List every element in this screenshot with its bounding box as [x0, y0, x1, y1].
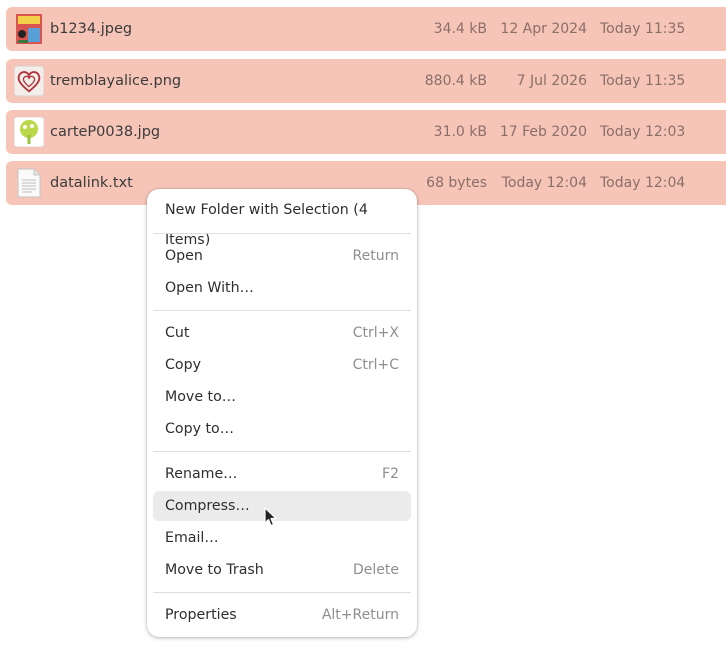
- menu-item-open-with[interactable]: Open With…: [153, 273, 411, 303]
- menu-item-compress[interactable]: Compress…: [153, 491, 411, 521]
- menu-item-label: Rename…: [165, 466, 238, 482]
- png-heart-thumbnail-icon: [14, 65, 44, 97]
- menu-item-label: Email…: [165, 530, 219, 546]
- file-name: carteP0038.jpg: [50, 124, 161, 140]
- menu-item-shortcut: F2: [382, 466, 399, 482]
- file-modified: 7 Jul 2026: [516, 73, 587, 89]
- file-size: 880.4 kB: [424, 73, 487, 89]
- menu-item-shortcut: Ctrl+X: [352, 325, 399, 341]
- menu-separator: [153, 451, 411, 452]
- file-accessed: Today 12:03: [600, 124, 686, 140]
- menu-item-email[interactable]: Email…: [153, 523, 411, 553]
- file-modified: Today 12:04: [501, 175, 587, 191]
- menu-item-label: Copy to…: [165, 421, 234, 437]
- menu-separator: [153, 233, 411, 234]
- file-accessed: Today 11:35: [600, 21, 686, 37]
- menu-item-label: Open: [165, 248, 203, 264]
- file-accessed: Today 12:04: [600, 175, 686, 191]
- text-file-icon: [14, 168, 44, 198]
- menu-item-copy-to[interactable]: Copy to…: [153, 414, 411, 444]
- file-name: datalink.txt: [50, 175, 133, 191]
- file-modified: 17 Feb 2020: [499, 124, 587, 140]
- file-row-b1234[interactable]: b1234.jpeg 34.4 kB 12 Apr 2024 Today 11:…: [6, 7, 726, 51]
- menu-item-label: Move to…: [165, 389, 236, 405]
- menu-item-label: Cut: [165, 325, 190, 341]
- menu-item-cut[interactable]: Cut Ctrl+X: [153, 318, 411, 348]
- menu-item-copy[interactable]: Copy Ctrl+C: [153, 350, 411, 380]
- menu-item-rename[interactable]: Rename… F2: [153, 459, 411, 489]
- mouse-pointer-icon: [264, 507, 278, 531]
- file-size: 68 bytes: [426, 175, 487, 191]
- file-name: b1234.jpeg: [50, 21, 133, 37]
- file-accessed: Today 11:35: [600, 73, 686, 89]
- file-size: 31.0 kB: [433, 124, 487, 140]
- file-row-tremblayalice[interactable]: tremblayalice.png 880.4 kB 7 Jul 2026 To…: [6, 59, 726, 103]
- file-row-carteP0038[interactable]: carteP0038.jpg 31.0 kB 17 Feb 2020 Today…: [6, 110, 726, 154]
- menu-item-shortcut: Ctrl+C: [352, 357, 399, 373]
- jpg-tree-thumbnail-icon: [14, 117, 44, 147]
- menu-item-new-folder-with-selection[interactable]: New Folder with Selection (4 Items): [153, 195, 411, 248]
- menu-item-properties[interactable]: Properties Alt+Return: [153, 600, 411, 630]
- menu-item-label: Move to Trash: [165, 562, 264, 578]
- menu-item-label: Properties: [165, 607, 237, 623]
- menu-item-label: Open With…: [165, 280, 254, 296]
- file-size: 34.4 kB: [433, 21, 487, 37]
- menu-item-label: Compress…: [165, 498, 250, 514]
- menu-item-shortcut: Return: [352, 248, 399, 264]
- menu-item-shortcut: Delete: [353, 562, 399, 578]
- menu-item-open[interactable]: Open Return: [153, 241, 411, 271]
- menu-item-move-to[interactable]: Move to…: [153, 382, 411, 412]
- menu-separator: [153, 592, 411, 593]
- menu-item-label: Copy: [165, 357, 201, 373]
- menu-separator: [153, 310, 411, 311]
- menu-item-shortcut: Alt+Return: [321, 607, 399, 623]
- menu-item-move-to-trash[interactable]: Move to Trash Delete: [153, 555, 411, 585]
- file-modified: 12 Apr 2024: [500, 21, 587, 37]
- jpeg-thumbnail-icon: [14, 14, 44, 44]
- context-menu: New Folder with Selection (4 Items) Open…: [147, 189, 417, 637]
- file-name: tremblayalice.png: [50, 73, 182, 89]
